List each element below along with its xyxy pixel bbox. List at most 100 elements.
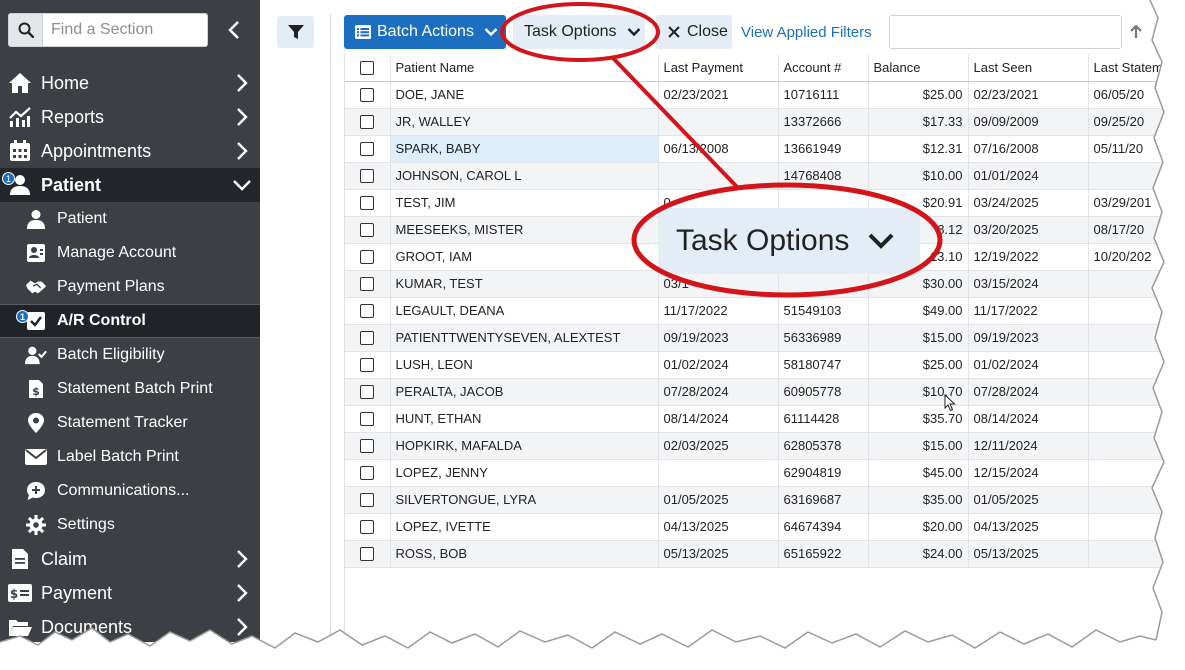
table-row[interactable]: JOHNSON, CAROL L 14768408 $10.00 01/01/2024 [345,162,1164,190]
sidebar-item-statement-batch-print-label: Statement Batch Print [57,380,213,397]
sort-up-button[interactable] [1124,15,1148,49]
task-options-label: Task Options [524,23,617,40]
table-row[interactable]: PATIENTTWENTYSEVEN, ALEXTEST 09/19/2023 56… [345,324,1164,352]
column-header-last-seen[interactable]: Last Seen [968,54,1089,82]
table-row[interactable]: SPARK, BABY 06/13/2008 13661949 $12.31 07/16… [345,135,1164,163]
row-checkbox[interactable] [360,493,375,508]
sidebar-item-communications[interactable]: Communications... [0,474,260,508]
row-checkbox[interactable] [360,250,375,265]
sidebar-item-ar-control[interactable]: 1 A/R Control [0,304,260,338]
row-checkbox[interactable] [360,331,375,346]
cell-balance: $24.00 [868,540,969,568]
chevron-down-icon [484,28,498,37]
row-checkbox[interactable] [360,115,375,130]
row-checkbox[interactable] [360,547,375,562]
row-select-cell [345,459,391,487]
column-header-patient-name[interactable]: Patient Name [390,54,659,82]
nav-documents-label: Documents [41,616,133,637]
section-search-input[interactable] [43,21,203,39]
cell-last-statement [1088,459,1164,487]
nav-payment[interactable]: $ Payment [0,576,260,610]
cell-patient-name: DOE, JANE [390,81,659,109]
column-header-last-payment[interactable]: Last Payment [658,54,779,82]
row-checkbox[interactable] [360,304,375,319]
cell-last-payment: 04/13/2025 [658,513,779,541]
row-checkbox[interactable] [360,223,375,238]
row-checkbox[interactable] [360,412,375,427]
nav-claim[interactable]: Claim [0,542,260,576]
table-row[interactable]: PERALTA, JACOB 07/28/2024 60905778 $10.70 07… [345,378,1164,406]
nav-reports-label: Reports [41,106,105,127]
nav-home[interactable]: Home [0,66,260,100]
row-select-cell [345,108,391,136]
table-row[interactable]: HOPKIRK, MAFALDA 02/03/2025 62805378 $15.00… [345,432,1164,460]
table-row[interactable]: LOPEZ, IVETTE 04/13/2025 64674394 $20.00 04/… [345,513,1164,541]
batch-actions-button[interactable]: Batch Actions [344,15,506,49]
row-checkbox[interactable] [360,142,375,157]
row-select-cell [345,324,391,352]
collapse-sidebar-icon[interactable] [220,15,248,45]
sidebar-item-statement-tracker[interactable]: Statement Tracker [0,406,260,440]
nav-appointments-label: Appointments [41,140,152,161]
table-row[interactable]: HUNT, ETHAN 08/14/2024 61114428 $35.70 08/14… [345,405,1164,433]
row-checkbox[interactable] [360,88,375,103]
table-row[interactable]: LEGAULT, DEANA 11/17/2022 51549103 $49.00 11… [345,297,1164,325]
column-header-balance[interactable]: Balance [868,54,969,82]
id-card-icon [25,242,47,264]
nav-appointments[interactable]: Appointments [0,134,260,168]
search-icon[interactable] [9,14,43,46]
table-row[interactable]: KUMAR, TEST 03/1 $30.00 03/15/2024 [345,270,1164,298]
cell-last-payment: 05/13/2025 [658,540,779,568]
table-header-row: Patient Name Last Payment Account # Bala… [345,54,1164,82]
sidebar-item-label-batch-print[interactable]: Label Batch Print [0,440,260,474]
row-checkbox[interactable] [360,358,375,373]
cell-balance: $17.33 [868,108,969,136]
sidebar-item-settings[interactable]: Settings [0,508,260,542]
sidebar-item-payment-plans[interactable]: Payment Plans [0,270,260,304]
row-checkbox[interactable] [360,196,375,211]
table-filter-input[interactable] [889,15,1122,49]
cell-last-seen: 02/23/2021 [968,81,1089,109]
file-invoice-dollar-icon: $ [25,378,47,400]
table-row[interactable]: LOPEZ, JENNY 62904819 $45.00 12/15/2024 [345,459,1164,487]
cell-last-statement [1088,486,1164,514]
row-select-cell [345,405,391,433]
table-row[interactable]: JR, WALLEY 13372666 $17.33 09/09/2009 09/25/… [345,108,1164,136]
home-icon [8,71,32,95]
table-row[interactable]: DOE, JANE 02/23/2021 10716111 $25.00 02/23/2… [345,81,1164,109]
sidebar-item-batch-eligibility[interactable]: Batch Eligibility [0,338,260,372]
column-header-account[interactable]: Account # [778,54,869,82]
cell-patient-name: LUSH, LEON [390,351,659,379]
row-checkbox[interactable] [360,520,375,535]
row-checkbox[interactable] [360,385,375,400]
task-options-button[interactable]: Task Options [513,15,645,49]
nav-home-label: Home [41,72,90,93]
view-applied-filters-link[interactable]: View Applied Filters [741,24,872,41]
row-checkbox[interactable] [360,439,375,454]
row-checkbox[interactable] [360,466,375,481]
cell-last-statement: 08/17/20 [1088,216,1164,244]
nav-documents[interactable]: Documents [0,610,260,642]
close-button[interactable]: Close [656,15,732,49]
sidebar-item-manage-account[interactable]: Manage Account [0,236,260,270]
table-row[interactable]: LUSH, LEON 01/02/2024 58180747 $25.00 01/02/… [345,351,1164,379]
nav-reports[interactable]: Reports [0,100,260,134]
cell-last-seen: 07/28/2024 [968,378,1089,406]
table-row[interactable]: SILVERTONGUE, LYRA 01/05/2025 63169687 $35.… [345,486,1164,514]
select-all-checkbox[interactable] [360,61,375,76]
filter-button[interactable] [277,16,314,48]
table-row[interactable]: ROSS, BOB 05/13/2025 65165922 $24.00 05/13/2… [345,540,1164,568]
nav-patient[interactable]: 1 Patient [0,168,260,202]
column-header-last-statement[interactable]: Last Statem [1088,54,1164,82]
cell-account: 62904819 [778,459,869,487]
row-select-cell [345,162,391,190]
svg-text:$: $ [10,587,18,601]
sidebar-item-statement-batch-print[interactable]: $ Statement Batch Print [0,372,260,406]
row-checkbox[interactable] [360,169,375,184]
cell-account: 13661949 [778,135,869,163]
row-checkbox[interactable] [360,277,375,292]
chevron-right-icon [237,108,248,126]
sidebar-item-patient[interactable]: Patient [0,202,260,236]
sidebar-item-patient-label: Patient [57,210,107,227]
cell-balance: $49.00 [868,297,969,325]
